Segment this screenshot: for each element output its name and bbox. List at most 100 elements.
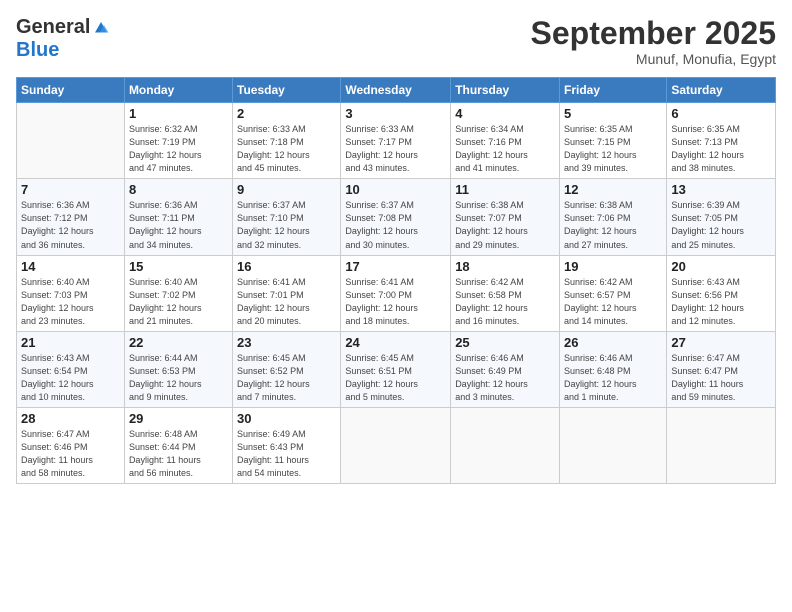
day-number: 24 <box>345 335 446 350</box>
day-number: 4 <box>455 106 555 121</box>
day-number: 13 <box>671 182 771 197</box>
calendar-week-4: 21Sunrise: 6:43 AMSunset: 6:54 PMDayligh… <box>17 331 776 407</box>
day-number: 19 <box>564 259 662 274</box>
day-info: Sunrise: 6:35 AMSunset: 7:15 PMDaylight:… <box>564 123 662 175</box>
calendar-cell <box>341 407 451 483</box>
title-block: September 2025 Munuf, Monufia, Egypt <box>531 16 776 67</box>
day-info: Sunrise: 6:36 AMSunset: 7:11 PMDaylight:… <box>129 199 228 251</box>
calendar-cell: 20Sunrise: 6:43 AMSunset: 6:56 PMDayligh… <box>667 255 776 331</box>
calendar-cell: 17 Sunrise: 6:41 AMSunset: 7:00 PMDayligh… <box>341 255 451 331</box>
calendar-cell: 11 Sunrise: 6:38 AMSunset: 7:07 PMDayligh… <box>451 179 560 255</box>
day-number: 10 <box>345 182 446 197</box>
calendar-cell <box>560 407 667 483</box>
day-info: Sunrise: 6:38 AMSunset: 7:06 PMDaylight:… <box>564 199 662 251</box>
calendar-cell: 18Sunrise: 6:42 AMSunset: 6:58 PMDayligh… <box>451 255 560 331</box>
weekday-header-friday: Friday <box>560 78 667 103</box>
day-info: Sunrise: 6:32 AMSunset: 7:19 PMDaylight:… <box>129 123 228 175</box>
day-info: Sunrise: 6:40 AMSunset: 7:02 PMDaylight:… <box>129 276 228 328</box>
weekday-header-sunday: Sunday <box>17 78 125 103</box>
day-info: Sunrise: 6:46 AMSunset: 6:48 PMDaylight:… <box>564 352 662 404</box>
calendar-table: SundayMondayTuesdayWednesdayThursdayFrid… <box>16 77 776 484</box>
calendar-cell: 8 Sunrise: 6:36 AMSunset: 7:11 PMDaylight… <box>124 179 232 255</box>
calendar-cell: 22Sunrise: 6:44 AMSunset: 6:53 PMDayligh… <box>124 331 232 407</box>
day-number: 1 <box>129 106 228 121</box>
day-number: 22 <box>129 335 228 350</box>
day-info: Sunrise: 6:38 AMSunset: 7:07 PMDaylight:… <box>455 199 555 251</box>
calendar-cell: 14Sunrise: 6:40 AMSunset: 7:03 PMDayligh… <box>17 255 125 331</box>
calendar-cell: 23Sunrise: 6:45 AMSunset: 6:52 PMDayligh… <box>233 331 341 407</box>
calendar-cell: 28 Sunrise: 6:47 AMSunset: 6:46 PMDayligh… <box>17 407 125 483</box>
day-info: Sunrise: 6:48 AMSunset: 6:44 PMDaylight:… <box>129 428 228 480</box>
day-number: 11 <box>455 182 555 197</box>
calendar-week-3: 14Sunrise: 6:40 AMSunset: 7:03 PMDayligh… <box>17 255 776 331</box>
day-info: Sunrise: 6:47 AMSunset: 6:46 PMDaylight:… <box>21 428 120 480</box>
day-number: 7 <box>21 182 120 197</box>
logo: General Blue <box>16 16 110 62</box>
day-number: 9 <box>237 182 336 197</box>
day-info: Sunrise: 6:35 AMSunset: 7:13 PMDaylight:… <box>671 123 771 175</box>
weekday-header-wednesday: Wednesday <box>341 78 451 103</box>
day-info: Sunrise: 6:45 AMSunset: 6:51 PMDaylight:… <box>345 352 446 404</box>
day-number: 29 <box>129 411 228 426</box>
calendar-cell <box>17 103 125 179</box>
day-number: 3 <box>345 106 446 121</box>
day-number: 2 <box>237 106 336 121</box>
day-info: Sunrise: 6:37 AMSunset: 7:10 PMDaylight:… <box>237 199 336 251</box>
logo-general-text: General <box>16 16 90 39</box>
day-info: Sunrise: 6:33 AMSunset: 7:17 PMDaylight:… <box>345 123 446 175</box>
logo-icon <box>92 19 110 37</box>
calendar-cell: 7Sunrise: 6:36 AMSunset: 7:12 PMDaylight… <box>17 179 125 255</box>
calendar-cell: 19Sunrise: 6:42 AMSunset: 6:57 PMDayligh… <box>560 255 667 331</box>
weekday-header-tuesday: Tuesday <box>233 78 341 103</box>
day-number: 12 <box>564 182 662 197</box>
calendar-week-2: 7Sunrise: 6:36 AMSunset: 7:12 PMDaylight… <box>17 179 776 255</box>
day-info: Sunrise: 6:45 AMSunset: 6:52 PMDaylight:… <box>237 352 336 404</box>
day-number: 16 <box>237 259 336 274</box>
day-info: Sunrise: 6:40 AMSunset: 7:03 PMDaylight:… <box>21 276 120 328</box>
day-info: Sunrise: 6:49 AMSunset: 6:43 PMDaylight:… <box>237 428 336 480</box>
day-info: Sunrise: 6:34 AMSunset: 7:16 PMDaylight:… <box>455 123 555 175</box>
calendar-cell: 27 Sunrise: 6:47 AMSunset: 6:47 PMDayligh… <box>667 331 776 407</box>
calendar-cell: 9 Sunrise: 6:37 AMSunset: 7:10 PMDaylight… <box>233 179 341 255</box>
calendar-cell: 10 Sunrise: 6:37 AMSunset: 7:08 PMDayligh… <box>341 179 451 255</box>
day-number: 30 <box>237 411 336 426</box>
day-number: 28 <box>21 411 120 426</box>
day-number: 27 <box>671 335 771 350</box>
calendar-cell: 6 Sunrise: 6:35 AMSunset: 7:13 PMDaylight… <box>667 103 776 179</box>
day-number: 18 <box>455 259 555 274</box>
day-info: Sunrise: 6:47 AMSunset: 6:47 PMDaylight:… <box>671 352 771 404</box>
day-info: Sunrise: 6:33 AMSunset: 7:18 PMDaylight:… <box>237 123 336 175</box>
weekday-header-saturday: Saturday <box>667 78 776 103</box>
calendar-header-row: SundayMondayTuesdayWednesdayThursdayFrid… <box>17 78 776 103</box>
calendar-cell: 25 Sunrise: 6:46 AMSunset: 6:49 PMDayligh… <box>451 331 560 407</box>
day-number: 17 <box>345 259 446 274</box>
day-info: Sunrise: 6:41 AMSunset: 7:01 PMDaylight:… <box>237 276 336 328</box>
day-number: 15 <box>129 259 228 274</box>
month-title: September 2025 <box>531 16 776 51</box>
location-subtitle: Munuf, Monufia, Egypt <box>531 51 776 67</box>
calendar-cell: 12 Sunrise: 6:38 AMSunset: 7:06 PMDayligh… <box>560 179 667 255</box>
calendar-cell: 3 Sunrise: 6:33 AMSunset: 7:17 PMDaylight… <box>341 103 451 179</box>
calendar-cell: 4 Sunrise: 6:34 AMSunset: 7:16 PMDaylight… <box>451 103 560 179</box>
weekday-header-monday: Monday <box>124 78 232 103</box>
calendar-cell: 30 Sunrise: 6:49 AMSunset: 6:43 PMDayligh… <box>233 407 341 483</box>
calendar-cell: 21Sunrise: 6:43 AMSunset: 6:54 PMDayligh… <box>17 331 125 407</box>
calendar-cell: 2 Sunrise: 6:33 AMSunset: 7:18 PMDaylight… <box>233 103 341 179</box>
day-info: Sunrise: 6:37 AMSunset: 7:08 PMDaylight:… <box>345 199 446 251</box>
day-number: 25 <box>455 335 555 350</box>
calendar-cell <box>451 407 560 483</box>
calendar-cell: 5 Sunrise: 6:35 AMSunset: 7:15 PMDaylight… <box>560 103 667 179</box>
day-info: Sunrise: 6:41 AMSunset: 7:00 PMDaylight:… <box>345 276 446 328</box>
logo-blue-text: Blue <box>16 39 59 62</box>
calendar-cell: 1 Sunrise: 6:32 AMSunset: 7:19 PMDaylight… <box>124 103 232 179</box>
day-number: 8 <box>129 182 228 197</box>
day-number: 5 <box>564 106 662 121</box>
calendar-cell <box>667 407 776 483</box>
day-info: Sunrise: 6:46 AMSunset: 6:49 PMDaylight:… <box>455 352 555 404</box>
day-info: Sunrise: 6:43 AMSunset: 6:56 PMDaylight:… <box>671 276 771 328</box>
day-number: 6 <box>671 106 771 121</box>
calendar-cell: 29 Sunrise: 6:48 AMSunset: 6:44 PMDayligh… <box>124 407 232 483</box>
day-info: Sunrise: 6:43 AMSunset: 6:54 PMDaylight:… <box>21 352 120 404</box>
calendar-cell: 15 Sunrise: 6:40 AMSunset: 7:02 PMDayligh… <box>124 255 232 331</box>
day-number: 26 <box>564 335 662 350</box>
